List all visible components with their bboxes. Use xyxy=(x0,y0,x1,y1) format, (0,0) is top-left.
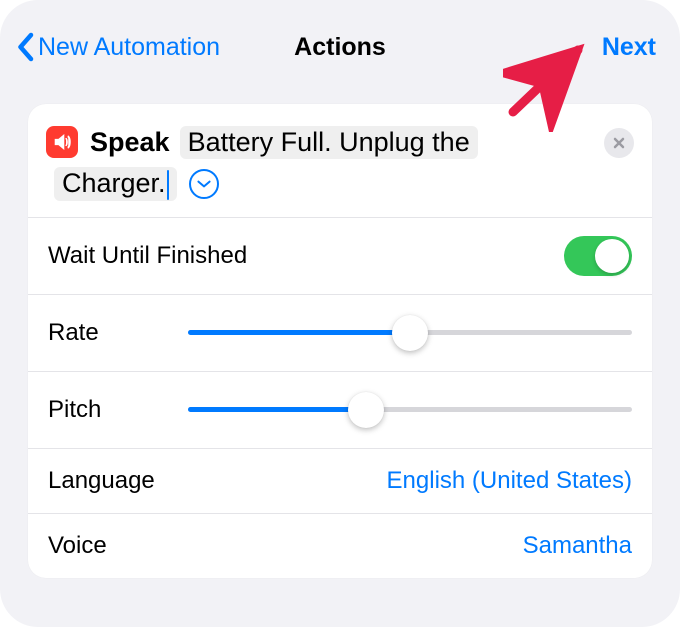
slider-thumb[interactable] xyxy=(348,392,384,428)
rate-label: Rate xyxy=(48,319,158,347)
action-header: Speak Battery Full. Unplug the Charger. xyxy=(28,104,652,217)
voice-label: Voice xyxy=(48,532,107,560)
pitch-slider[interactable] xyxy=(188,392,632,428)
chevron-down-icon xyxy=(196,176,212,192)
pitch-row: Pitch xyxy=(28,371,652,448)
expand-options-button[interactable] xyxy=(189,169,219,199)
wait-until-finished-row: Wait Until Finished xyxy=(28,217,652,294)
wait-label: Wait Until Finished xyxy=(48,242,247,270)
remove-action-button[interactable] xyxy=(604,128,634,158)
pitch-label: Pitch xyxy=(48,396,158,424)
language-value: English (United States) xyxy=(387,467,632,495)
action-card: Speak Battery Full. Unplug the Charger. … xyxy=(28,104,652,578)
action-name: Speak xyxy=(90,127,170,158)
language-row[interactable]: Language English (United States) xyxy=(28,448,652,513)
wait-toggle[interactable] xyxy=(564,236,632,276)
next-button[interactable]: Next xyxy=(602,33,656,62)
toggle-knob xyxy=(595,239,629,273)
back-label: New Automation xyxy=(38,33,220,62)
voice-value: Samantha xyxy=(523,532,632,560)
slider-thumb[interactable] xyxy=(392,315,428,351)
chevron-left-icon xyxy=(14,32,36,62)
speaker-icon xyxy=(46,126,78,158)
back-button[interactable]: New Automation xyxy=(14,32,220,62)
text-cursor xyxy=(167,170,169,200)
language-label: Language xyxy=(48,467,155,495)
voice-row[interactable]: Voice Samantha xyxy=(28,513,652,578)
close-icon xyxy=(612,136,626,150)
rate-slider[interactable] xyxy=(188,315,632,351)
page-title: Actions xyxy=(294,33,386,62)
screen: New Automation Actions Next Speak Batter… xyxy=(0,0,680,627)
speak-text-token[interactable]: Battery Full. Unplug the xyxy=(180,126,478,159)
speak-text-token[interactable]: Charger. xyxy=(54,167,177,201)
rate-row: Rate xyxy=(28,294,652,371)
navbar: New Automation Actions Next xyxy=(4,24,676,76)
